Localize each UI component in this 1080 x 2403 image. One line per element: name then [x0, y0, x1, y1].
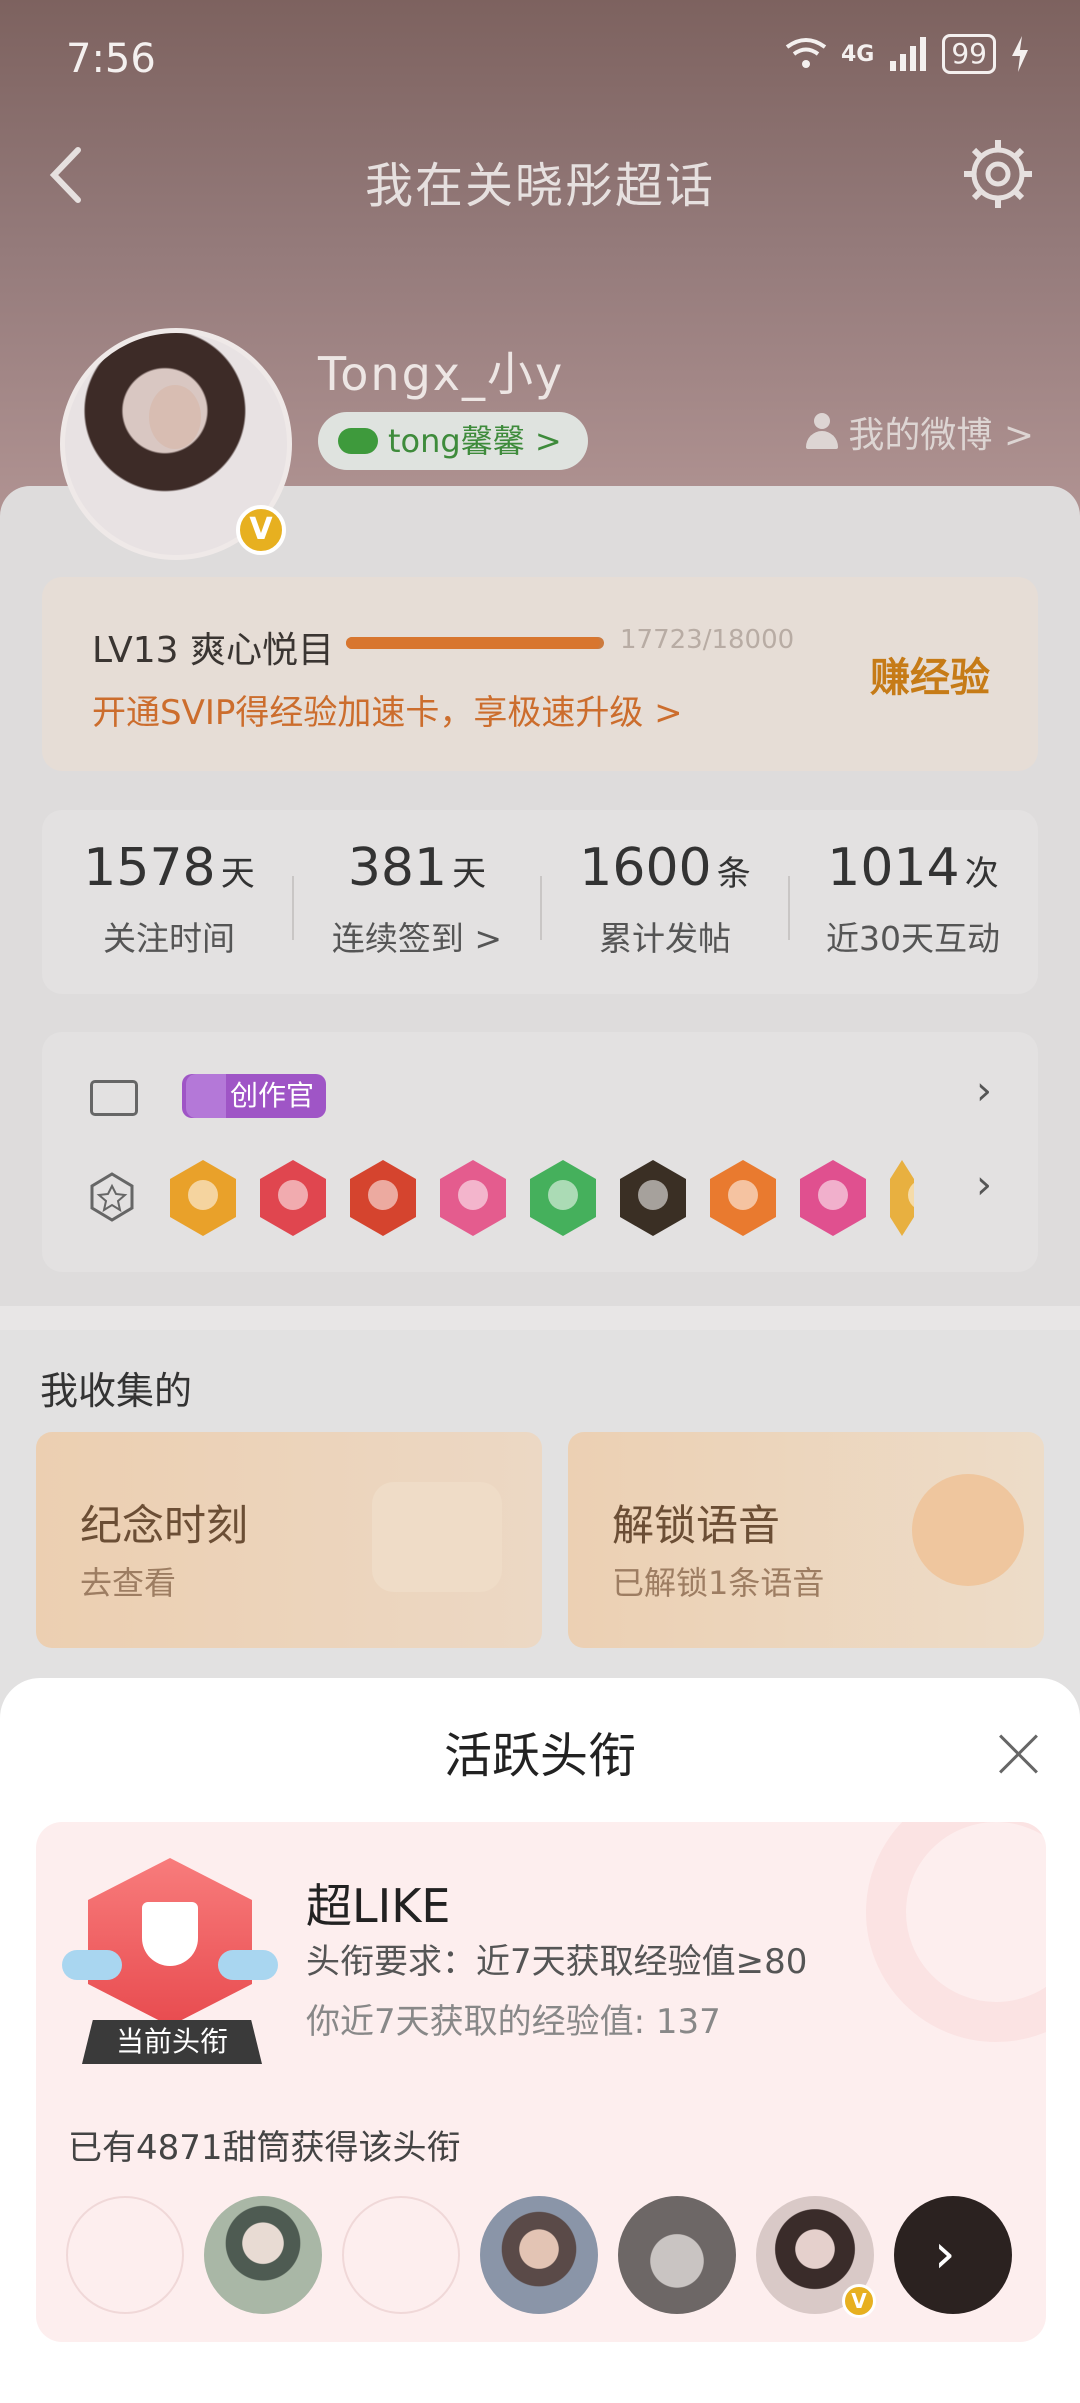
wifi-icon — [785, 38, 827, 68]
stat-unit: 天 — [452, 854, 487, 894]
modal-title: 活跃头衔 — [443, 1728, 636, 1784]
level-card[interactable]: LV13 爽心悦目 17723/18000 开通SVIP得经验加速卡，享极速升级… — [42, 577, 1038, 771]
stat-unit: 天 — [220, 854, 255, 894]
card-title: 纪念时刻 — [80, 1501, 249, 1550]
card-subtitle: 已解锁1条语音 — [612, 1564, 825, 1602]
title-detail-card: 当前头衔 超LIKE 头衔要求：近7天获取经验值≥80 你近7天获取的经验值: … — [36, 1822, 1046, 2342]
level-progress-fill — [346, 637, 601, 649]
owner-avatar[interactable] — [480, 2196, 598, 2314]
unlock-voice-card[interactable]: 解锁语音 已解锁1条语音 — [568, 1432, 1044, 1648]
wing-icon — [62, 1950, 122, 1980]
status-bar: 7:56 4G 99 — [0, 0, 1080, 110]
top-bar: 我在关晓彤超话 — [0, 130, 1080, 220]
verified-badge-icon: V — [236, 505, 286, 555]
medal-badge-icon — [350, 1160, 416, 1236]
medal-icon — [90, 1172, 134, 1222]
earn-exp-button[interactable]: 赚经验 — [870, 645, 990, 703]
calendar-icon — [372, 1482, 502, 1592]
verified-badge-icon: V — [842, 2284, 876, 2318]
stat-number: 1014 — [827, 838, 960, 898]
stat-number: 1600 — [579, 838, 712, 898]
stat-interactions: 1014 次 近30天互动 — [790, 838, 1036, 960]
owners-count: 已有4871甜筒获得该头衔 — [68, 2128, 461, 2168]
title-name: 超LIKE — [306, 1879, 451, 1933]
stat-number: 381 — [347, 838, 448, 898]
network-label: 4G — [840, 41, 875, 67]
status-time: 7:56 — [66, 36, 156, 82]
medal-badge-icon — [890, 1160, 914, 1236]
status-icons: 4G 99 — [785, 34, 1030, 74]
memorial-moments-card[interactable]: 纪念时刻 去查看 — [36, 1432, 542, 1648]
cloud-icon — [338, 428, 378, 454]
fan-group-pill[interactable]: tong馨馨 > — [318, 412, 588, 470]
medal-badge-icon — [800, 1160, 866, 1236]
owner-avatar[interactable] — [618, 2196, 736, 2314]
svip-tip-link[interactable]: 开通SVIP得经验加速卡，享极速升级 > — [92, 685, 683, 734]
owner-avatar[interactable] — [66, 2196, 184, 2314]
stat-number: 1578 — [83, 838, 216, 898]
username: Tongx_小y — [318, 347, 565, 401]
stat-follow-time: 1578 天 关注时间 — [46, 838, 292, 960]
fan-group-label: tong馨馨 > — [388, 422, 562, 460]
decorative-ring — [866, 1822, 1046, 2042]
my-exp: 你近7天获取的经验值: 137 — [306, 2002, 721, 2042]
medal-badge-icon — [620, 1160, 686, 1236]
stats-card: 1578 天 关注时间 381 天 连续签到 > 1600 条 累计发帖 101… — [42, 810, 1038, 994]
stat-unit: 条 — [716, 854, 751, 894]
voice-wave-icon — [912, 1474, 1024, 1586]
level-name: LV13 爽心悦目 — [92, 630, 334, 671]
signal-icon — [890, 37, 927, 71]
avatar-face — [149, 385, 201, 449]
card-title: 解锁语音 — [612, 1501, 781, 1550]
gear-icon[interactable] — [960, 136, 1036, 212]
stat-checkin[interactable]: 381 天 连续签到 > — [294, 838, 540, 960]
my-weibo-link[interactable]: 我的微博 > — [806, 406, 1034, 458]
stat-posts: 1600 条 累计发帖 — [542, 838, 788, 960]
close-icon[interactable] — [990, 1726, 1046, 1782]
medal-badge-icon — [170, 1160, 236, 1236]
trophy-cup — [142, 1902, 198, 1966]
more-owners-button[interactable]: › — [894, 2196, 1012, 2314]
id-card-icon — [90, 1080, 138, 1116]
level-exp: 17723/18000 — [620, 625, 795, 655]
medal-badge-icon — [440, 1160, 506, 1236]
stat-label: 累计发帖 — [599, 919, 731, 958]
charging-icon — [1012, 36, 1028, 72]
creator-badge[interactable]: 创作官 — [182, 1074, 327, 1118]
medal-badge-icon — [260, 1160, 326, 1236]
title-requirement: 头衔要求：近7天获取经验值≥80 — [306, 1942, 808, 1982]
stat-label: 近30天互动 — [826, 919, 1000, 958]
my-weibo-label: 我的微博 > — [848, 415, 1034, 456]
stat-unit: 次 — [964, 854, 999, 894]
battery-icon: 99 — [942, 34, 996, 74]
collected-title: 我收集的 — [40, 1369, 193, 1413]
chevron-right-icon[interactable]: › — [976, 1162, 992, 1208]
trophy-badge-icon — [88, 1858, 252, 2026]
stat-label: 连续签到 > — [331, 919, 503, 958]
medal-badge-icon — [530, 1160, 596, 1236]
badges-card: 创作官 › › — [42, 1032, 1038, 1272]
page-title: 我在关晓彤超话 — [364, 158, 715, 214]
card-subtitle: 去查看 — [80, 1564, 177, 1602]
current-title-label: 当前头衔 — [82, 2020, 262, 2064]
chevron-right-icon: › — [934, 2222, 956, 2285]
chevron-right-icon[interactable]: › — [976, 1068, 992, 1114]
owner-avatar[interactable] — [204, 2196, 322, 2314]
wing-icon — [218, 1950, 278, 1980]
stat-label: 关注时间 — [103, 919, 235, 958]
level-progress-bar — [346, 637, 604, 649]
person-icon — [806, 413, 839, 451]
medal-badge-icon — [710, 1160, 776, 1236]
owner-avatar[interactable] — [342, 2196, 460, 2314]
